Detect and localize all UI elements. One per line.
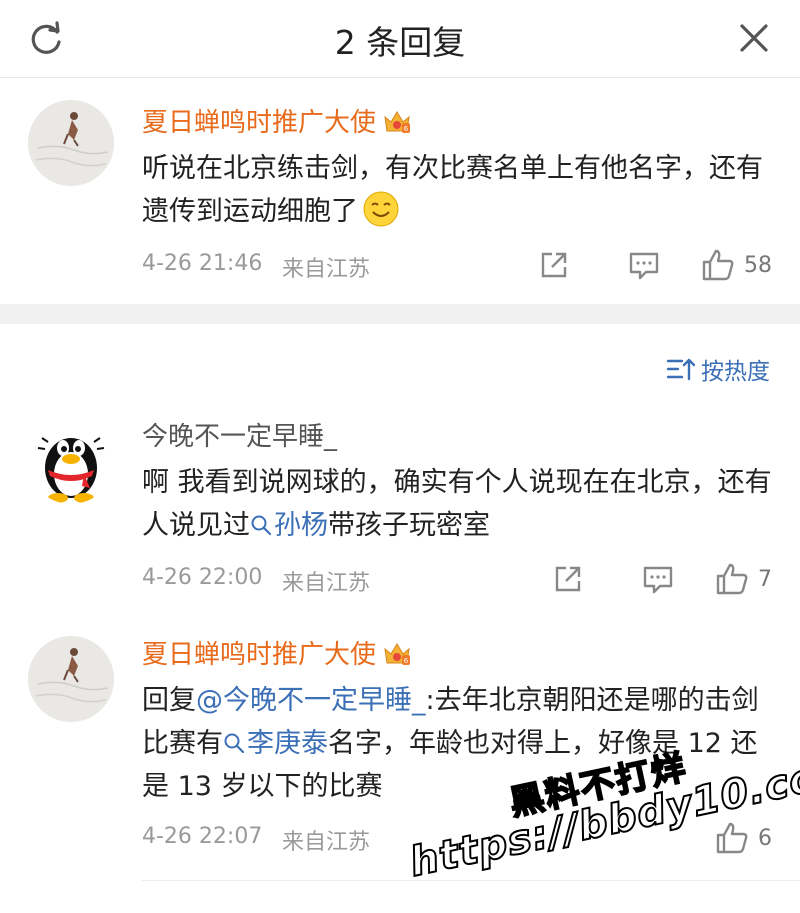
search-link[interactable]: 孙杨 [250,510,328,541]
timestamp: 4-26 21:46 [142,251,263,276]
page-title: 2 条回复 [334,23,466,62]
comment-meta: 4-26 22:07 来自江苏 6 [142,820,780,856]
location: 来自江苏 [282,830,371,855]
reply-icon[interactable] [640,561,676,597]
like-count: 7 [758,566,772,592]
location: 来自江苏 [282,257,371,282]
comment-text: 听说在北京练击剑，有次比赛名单上有他名字，还有遗传到运动细胞了 [142,147,780,233]
comment-body: 夏日蝉鸣时推广大使 6 听说在北京练击剑，有次比赛名单上有他名字，还有遗传到运动… [142,106,780,283]
username-text[interactable]: 夏日蝉鸣时推广大使 [142,640,376,670]
comment-text: 回复@今晚不一定早睡_:去年北京朝阳还是哪的击剑比赛有 李庚泰名字，年龄也对得上，… [142,679,780,808]
like-count: 58 [744,252,772,278]
share-icon[interactable] [550,561,586,597]
section-divider [0,304,800,324]
comment-actions: 58 [536,247,772,283]
comment-body: 夏日蝉鸣时推广大使 6 回复@今晚不一定早睡_:去年北京朝阳还是哪的击剑比赛有李… [142,638,780,856]
header-bar: 2 条回复 [0,0,800,78]
avatar[interactable] [28,636,114,722]
timestamp: 4-26 22:07 [142,824,263,849]
search-link[interactable]: 李庚泰 [223,728,328,759]
comment-actions: 6 [714,820,772,856]
mention-link[interactable]: @今晚不一定早睡_ [196,685,426,716]
reply-prefix: 回复 [142,685,196,716]
like-icon[interactable] [700,247,736,283]
comment-body: 今晚不一定早睡_ 啊 我看到说网球的，确实有个人说现在在北京，还有人说见过 孙杨带… [142,420,780,597]
search-link-icon [224,733,245,754]
svg-text:6: 6 [404,125,409,133]
username[interactable]: 夏日蝉鸣时推广大使 6 [142,638,780,672]
crown-badge-icon: 6 [384,111,411,133]
search-link-icon [251,515,272,536]
search-link-text[interactable]: 孙杨 [274,510,328,541]
username-text[interactable]: 夏日蝉鸣时推广大使 [142,108,376,138]
crown-badge-icon: 6 [384,643,411,665]
timestamp: 4-26 22:00 [142,565,263,590]
bottom-divider [142,880,800,881]
username[interactable]: 夏日蝉鸣时推广大使 6 [142,106,780,140]
username[interactable]: 今晚不一定早睡_ [142,420,780,454]
like-icon[interactable] [714,561,750,597]
location: 来自江苏 [282,571,371,596]
like-count: 6 [758,825,772,851]
comment-text: 啊 我看到说网球的，确实有个人说现在在北京，还有人说见过 孙杨带孩子玩密室 [142,461,780,547]
comment-actions: 7 [550,561,772,597]
reply-icon[interactable] [626,247,662,283]
comment-meta: 4-26 22:00 来自江苏 7 [142,561,780,597]
share-icon[interactable] [536,247,572,283]
close-icon[interactable] [734,18,774,58]
like-icon[interactable] [714,820,750,856]
comment-text-content: 听说在北京练击剑，有次比赛名单上有他名字，还有遗传到运动细胞了 [142,153,763,227]
smile-emoji-icon [363,191,399,227]
avatar[interactable] [28,100,114,186]
avatar[interactable] [28,418,114,504]
search-link-text[interactable]: 李庚泰 [247,728,328,759]
sort-icon [666,358,695,381]
sort-button[interactable]: 按热度 [665,352,770,386]
svg-text:6: 6 [404,657,409,665]
comment-meta: 4-26 21:46 来自江苏 58 [142,247,780,283]
comment-text-tail: 带孩子玩密室 [328,510,490,541]
sort-label[interactable]: 按热度 [701,352,770,386]
